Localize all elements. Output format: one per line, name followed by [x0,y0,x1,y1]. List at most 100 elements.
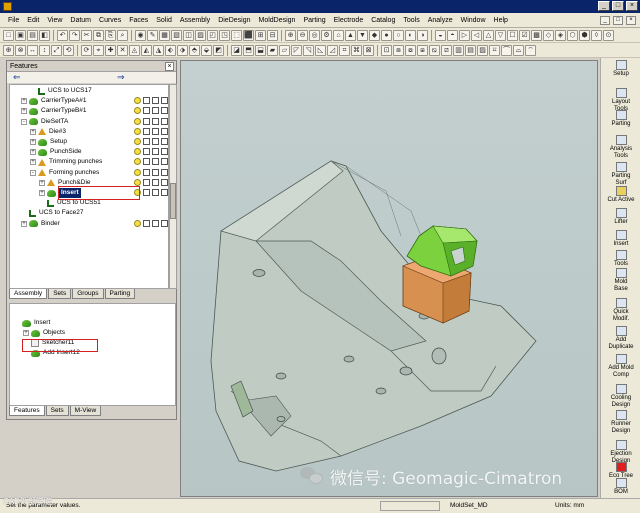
close-button[interactable]: × [626,1,638,11]
view-tool-30-icon[interactable]: ⊠ [363,44,374,56]
view-tool-20-icon[interactable]: ⬒ [243,44,254,56]
tool-35-icon[interactable]: ◒ [435,29,446,41]
expander-icon[interactable]: + [30,139,36,145]
expander-icon[interactable]: + [21,108,27,115]
feature-row[interactable]: + Objects [23,328,65,338]
tool-45-icon[interactable]: ◈ [555,29,566,41]
view-tool-39-icon[interactable]: ▨ [477,44,488,56]
view-tool-16-icon[interactable]: ⬘ [189,44,200,56]
layer-icon[interactable] [152,127,159,135]
light-bulb-icon[interactable] [134,117,141,125]
tab-groups[interactable]: Groups [72,289,104,299]
menu-item-solid[interactable]: Solid [152,13,176,28]
view-tool-10-icon[interactable]: ✕ [117,44,128,56]
display-icon[interactable] [143,158,150,166]
view-tool-43-icon[interactable]: ⌔ [525,44,536,56]
light-bulb-icon[interactable] [134,178,141,186]
view-tool-35-icon[interactable]: ⧅ [429,44,440,56]
menu-item-window[interactable]: Window [457,13,490,28]
display-icon[interactable] [143,178,150,186]
layer-icon[interactable] [152,189,159,196]
tool-25-icon[interactable]: ◎ [309,29,320,41]
layer-icon[interactable] [152,148,159,156]
tool-20-icon[interactable]: ⬛ [243,29,254,41]
right-tool-mold-base[interactable]: Mold Base [601,268,640,293]
expander-icon[interactable]: - [30,169,36,176]
view-tool-22-icon[interactable]: ▰ [267,44,278,56]
tree-row[interactable]: + Setup [30,137,67,147]
display-icon[interactable] [143,127,150,135]
right-tool-setup[interactable]: Setup [601,60,640,78]
menu-item-datum[interactable]: Datum [66,13,95,28]
tree-row[interactable]: + PunchSide [30,147,81,157]
light-bulb-icon[interactable] [134,107,141,115]
view-tool-15-icon[interactable]: ⬗ [177,44,188,56]
tool-22-icon[interactable]: ⊟ [267,29,278,41]
display-icon[interactable] [143,219,150,227]
light-bulb-icon[interactable] [134,138,141,145]
layer-icon[interactable] [152,117,159,125]
expander-icon[interactable] [39,200,45,206]
tool-44-icon[interactable]: ◇ [543,29,554,41]
display-icon[interactable] [143,168,150,176]
tool-38-icon[interactable]: ◁ [471,29,482,41]
display-icon[interactable] [143,138,150,145]
right-tool-parting-surf[interactable]: Parting Surf [601,162,640,187]
tree-row[interactable]: UCS to Face27 [21,208,83,218]
tool-24-icon[interactable]: ⊖ [297,29,308,41]
layer-icon[interactable] [152,168,159,176]
tree-row[interactable]: + Die#3 [30,127,66,137]
view-tool-37-icon[interactable]: ▥ [453,44,464,56]
tab-parting[interactable]: Parting [104,289,136,299]
lock-icon[interactable] [161,158,168,166]
layer-icon[interactable] [152,107,159,115]
tree-row[interactable]: + CarrierTypeA#1 [21,96,87,106]
menu-item-electrode[interactable]: Electrode [330,13,368,28]
right-tool-add-duplicate[interactable]: Add Duplicate [601,326,640,351]
right-tool-runner-design[interactable]: Runner Design [601,410,640,435]
feature-tree-scrollbar[interactable] [169,84,177,289]
display-icon[interactable] [143,117,150,125]
tool-21-icon[interactable]: ⊞ [255,29,266,41]
expander-icon[interactable]: + [23,330,29,336]
expander-icon[interactable]: + [21,98,27,105]
view-tool-23-icon[interactable]: ▱ [279,44,290,56]
tree-row[interactable]: + Binder [21,219,60,229]
tool-16-icon[interactable]: ▨ [195,29,206,41]
view-tool-13-icon[interactable]: ◮ [153,44,164,56]
menu-item-parting[interactable]: Parting [299,13,329,28]
view-tool-17-icon[interactable]: ⬙ [201,44,212,56]
tab-features[interactable]: Features [9,406,45,416]
menu-item-help[interactable]: Help [490,13,512,28]
paste-icon[interactable]: ⎘ [105,29,116,41]
tool-15-icon[interactable]: ◫ [183,29,194,41]
right-tool-insert[interactable]: Insert [601,230,640,248]
layer-icon[interactable] [152,158,159,166]
expander-icon[interactable] [21,210,27,216]
menu-item-catalog[interactable]: Catalog [367,13,399,28]
panel-close-icon[interactable]: × [165,62,174,71]
tool-14-icon[interactable]: ▧ [171,29,182,41]
view-tool-29-icon[interactable]: ⌘ [351,44,362,56]
new-icon[interactable]: □ [3,29,14,41]
layer-icon[interactable] [152,97,159,105]
display-icon[interactable] [143,107,150,115]
tree-row[interactable]: UCS to UCS17 [30,86,92,96]
view-tool-28-icon[interactable]: ⌗ [339,44,350,56]
tool-23-icon[interactable]: ⊕ [285,29,296,41]
right-tool-add-mold-comp[interactable]: Add Mold Comp [601,354,640,379]
right-tool-analysis-tools[interactable]: Analysis Tools [601,135,640,160]
lock-icon[interactable] [161,168,168,176]
lock-icon[interactable] [161,148,168,156]
right-tool-tools[interactable]: Tools [601,250,640,268]
view-tool-31-icon[interactable]: ⊡ [381,44,392,56]
tool-34-icon[interactable]: ◑ [417,29,428,41]
light-bulb-icon[interactable] [134,127,141,135]
tool-31-icon[interactable]: ● [381,29,392,41]
view-tool-33-icon[interactable]: ⧇ [405,44,416,56]
display-icon[interactable] [143,189,150,196]
tool-39-icon[interactable]: △ [483,29,494,41]
tool-48-icon[interactable]: ◊ [591,29,602,41]
right-tool-quick-modif[interactable]: Quick Modif. [601,298,640,323]
view-tool-4-icon[interactable]: ↕ [39,44,50,56]
